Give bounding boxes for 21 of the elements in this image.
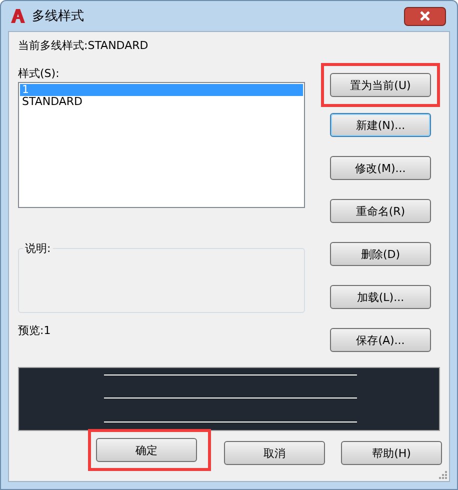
dialog-button[interactable]: 置为当前(U) <box>330 73 431 97</box>
style-list[interactable]: 1 STANDARD <box>18 82 305 208</box>
resize-grip-icon[interactable] <box>437 469 447 479</box>
dialog-button[interactable]: 保存(A)... <box>330 328 431 352</box>
style-list-item[interactable]: STANDARD <box>20 96 303 108</box>
dialog-button[interactable]: 确定 <box>96 438 197 462</box>
window-title: 多线样式 <box>32 8 84 25</box>
dialog-button[interactable]: 重命名(R) <box>330 199 431 223</box>
dialog-button[interactable]: 修改(M)... <box>330 156 431 180</box>
description-label: 说明: <box>23 241 53 256</box>
dialog-button[interactable]: 新建(N)... <box>330 113 431 137</box>
dialog-button[interactable]: 取消 <box>224 441 325 465</box>
preview-label: 预览:1 <box>18 323 52 338</box>
close-icon <box>419 11 431 21</box>
dialog-button[interactable]: 删除(D) <box>330 242 431 266</box>
dialog-button[interactable]: 帮助(H) <box>341 441 442 465</box>
styles-label: 样式(S): <box>18 66 60 80</box>
close-button[interactable] <box>404 6 446 26</box>
app-logo-icon <box>10 8 26 24</box>
current-style-label: 当前多线样式:STANDARD <box>18 38 150 52</box>
dialog-button[interactable]: 加载(L)... <box>330 285 431 309</box>
